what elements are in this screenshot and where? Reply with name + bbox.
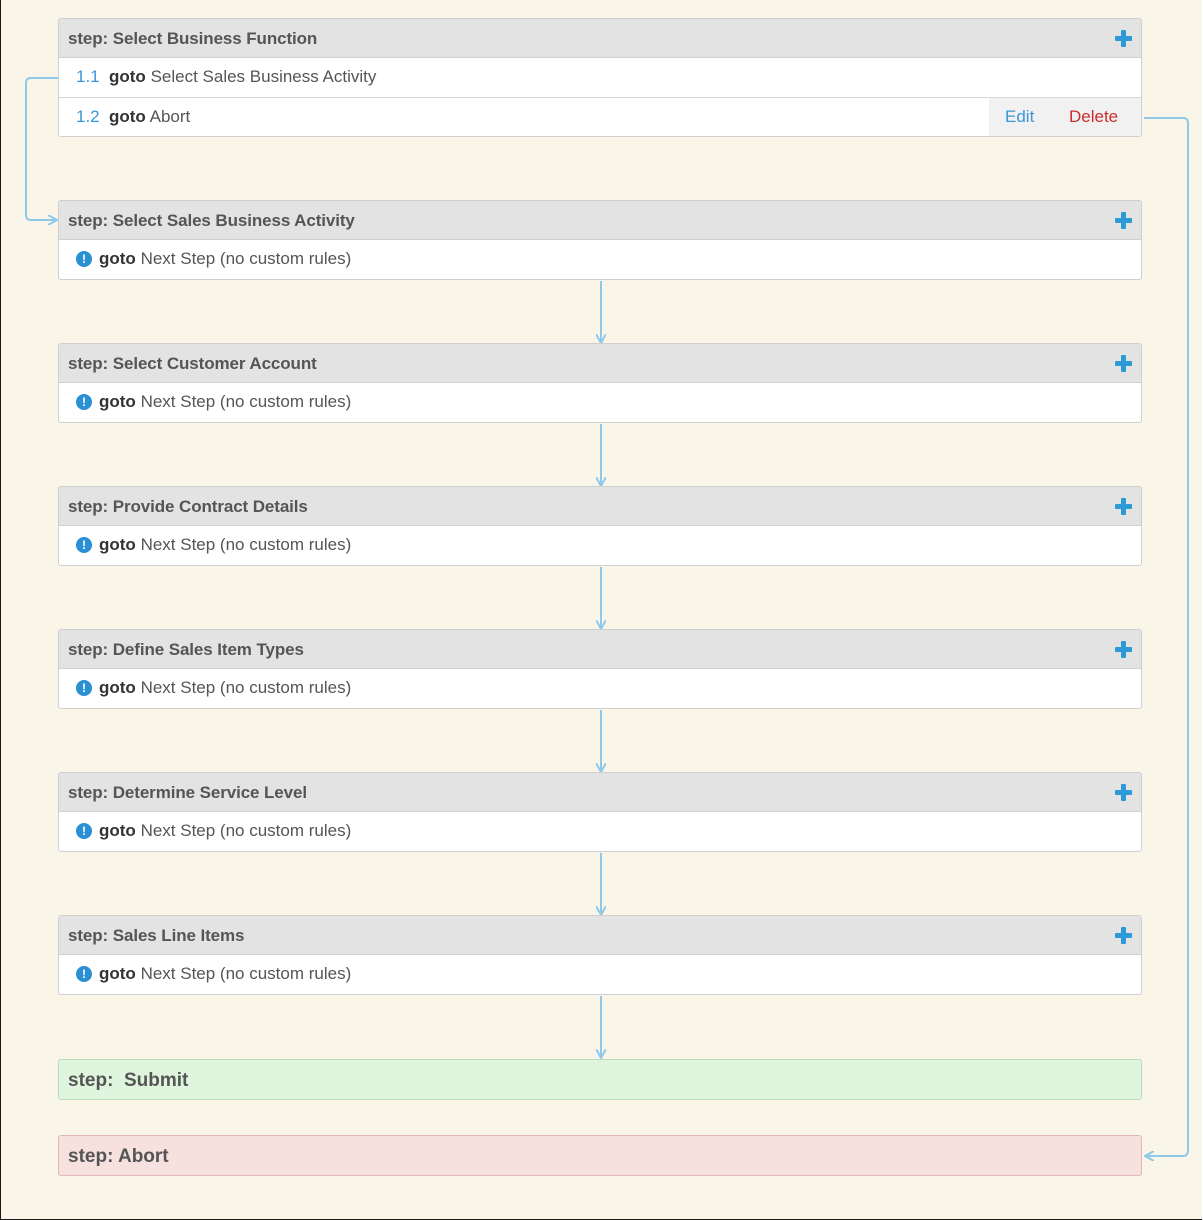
- default-rule-text: goto Next Step (no custom rules): [99, 678, 351, 698]
- rule-text: goto Abort: [109, 107, 190, 127]
- default-rule-text: goto Next Step (no custom rules): [99, 964, 351, 984]
- rule-keyword: goto: [99, 821, 136, 840]
- step-header: step: Select Sales Business Activity: [59, 201, 1141, 240]
- rule-target: Next Step (no custom rules): [140, 535, 352, 554]
- default-rule-row: ! goto Next Step (no custom rules): [59, 240, 1141, 279]
- default-rule-row: ! goto Next Step (no custom rules): [59, 955, 1141, 994]
- default-rule-row: ! goto Next Step (no custom rules): [59, 526, 1141, 565]
- step-title: step: Abort: [68, 1146, 169, 1167]
- step-card-provide-contract-details: step: Provide Contract Details ! goto Ne…: [58, 486, 1142, 566]
- step-card-select-customer-account: step: Select Customer Account ! goto Nex…: [58, 343, 1142, 423]
- plus-icon[interactable]: [1115, 498, 1132, 515]
- step-title: step: Provide Contract Details: [68, 497, 308, 516]
- plus-icon[interactable]: [1115, 927, 1132, 944]
- rule-target: Next Step (no custom rules): [140, 964, 352, 983]
- default-rule-row: ! goto Next Step (no custom rules): [59, 812, 1141, 851]
- rule-keyword: goto: [109, 67, 146, 86]
- rule-keyword: goto: [99, 535, 136, 554]
- branch-connector-1-1: [25, 77, 58, 220]
- default-rule-row: ! goto Next Step (no custom rules): [59, 669, 1141, 708]
- rule-target: Next Step (no custom rules): [140, 249, 352, 268]
- step-title: step: Determine Service Level: [68, 783, 307, 802]
- plus-icon[interactable]: [1115, 30, 1132, 47]
- info-icon: !: [76, 251, 92, 267]
- rule-keyword: goto: [99, 392, 136, 411]
- rule-keyword: goto: [99, 964, 136, 983]
- step-card-select-sales-business-activity: step: Select Sales Business Activity ! g…: [58, 200, 1142, 280]
- step-card-sales-line-items: step: Sales Line Items ! goto Next Step …: [58, 915, 1142, 995]
- rule-text: goto Select Sales Business Activity: [109, 67, 376, 87]
- step-card-select-business-function: step: Select Business Function 1.1 goto …: [58, 18, 1142, 137]
- default-rule-text: goto Next Step (no custom rules): [99, 535, 351, 555]
- step-title: step: Select Sales Business Activity: [68, 211, 355, 230]
- default-rule-text: goto Next Step (no custom rules): [99, 821, 351, 841]
- info-icon: !: [76, 823, 92, 839]
- delete-link[interactable]: Delete: [1069, 107, 1118, 127]
- step-submit: step: Submit: [58, 1059, 1142, 1100]
- rule-target: Next Step (no custom rules): [140, 678, 352, 697]
- branch-connector-1-2: [1144, 117, 1189, 1156]
- rule-keyword: goto: [99, 249, 136, 268]
- step-title: step: Submit: [68, 1070, 189, 1091]
- info-icon: !: [76, 680, 92, 696]
- workflow-canvas: step: Select Business Function 1.1 goto …: [0, 0, 1202, 1220]
- rule-number: 1.2: [76, 107, 100, 126]
- step-title: step: Sales Line Items: [68, 926, 245, 945]
- step-title: step: Define Sales Item Types: [68, 640, 304, 659]
- step-header: step: Determine Service Level: [59, 773, 1141, 812]
- step-card-define-sales-item-types: step: Define Sales Item Types ! goto Nex…: [58, 629, 1142, 709]
- default-rule-row: ! goto Next Step (no custom rules): [59, 383, 1141, 422]
- step-header: step: Define Sales Item Types: [59, 630, 1141, 669]
- rule-target: Next Step (no custom rules): [140, 392, 352, 411]
- rule-target: Abort: [149, 107, 191, 126]
- step-card-determine-service-level: step: Determine Service Level ! goto Nex…: [58, 772, 1142, 852]
- rule-target: Select Sales Business Activity: [150, 67, 377, 86]
- default-rule-text: goto Next Step (no custom rules): [99, 392, 351, 412]
- step-header: step: Select Business Function: [59, 19, 1141, 58]
- step-header: step: Sales Line Items: [59, 916, 1141, 955]
- step-header: step: Select Customer Account: [59, 344, 1141, 383]
- rule-actions: Edit Delete: [989, 98, 1141, 136]
- rule-keyword: goto: [99, 678, 136, 697]
- plus-icon[interactable]: [1115, 212, 1132, 229]
- edit-link[interactable]: Edit: [1005, 107, 1034, 127]
- info-icon: !: [76, 966, 92, 982]
- step-title: step: Select Customer Account: [68, 354, 317, 373]
- default-rule-text: goto Next Step (no custom rules): [99, 249, 351, 269]
- info-icon: !: [76, 537, 92, 553]
- rule-row[interactable]: 1.1 goto Select Sales Business Activity: [59, 58, 1141, 97]
- rule-number: 1.1: [76, 67, 100, 86]
- step-header: step: Provide Contract Details: [59, 487, 1141, 526]
- plus-icon[interactable]: [1115, 784, 1132, 801]
- plus-icon[interactable]: [1115, 355, 1132, 372]
- rule-target: Next Step (no custom rules): [140, 821, 352, 840]
- flow-connectors: [25, 77, 1189, 1219]
- rule-keyword: goto: [109, 107, 146, 126]
- rule-row[interactable]: 1.2 goto Abort Edit Delete: [59, 97, 1141, 136]
- step-abort: step: Abort: [58, 1135, 1142, 1176]
- step-title: step: Select Business Function: [68, 29, 318, 48]
- info-icon: !: [76, 394, 92, 410]
- plus-icon[interactable]: [1115, 641, 1132, 658]
